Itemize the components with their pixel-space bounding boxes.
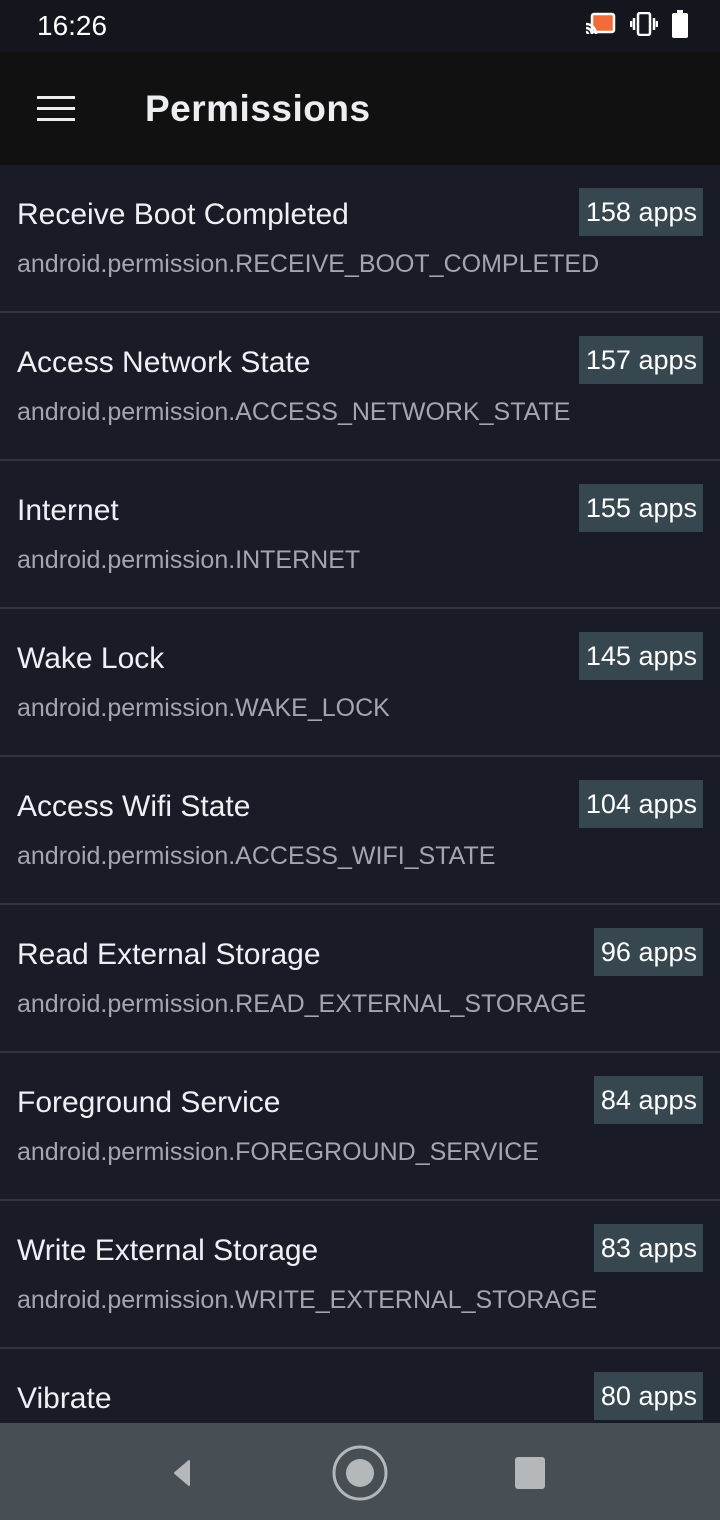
permission-name: Foreground Service xyxy=(17,1086,281,1119)
permission-row[interactable]: Vibrate 80 apps xyxy=(0,1349,720,1423)
status-time: 16:26 xyxy=(37,10,108,41)
app-bar: Permissions xyxy=(0,52,720,165)
recents-icon[interactable] xyxy=(502,1445,558,1501)
permission-row[interactable]: Wake Lock android.permission.WAKE_LOCK 1… xyxy=(0,609,720,757)
navigation-bar xyxy=(0,1423,720,1520)
app-count-badge: 83 apps xyxy=(593,1224,703,1272)
back-icon[interactable] xyxy=(160,1445,216,1501)
permission-row[interactable]: Access Wifi State android.permission.ACC… xyxy=(0,757,720,905)
app-count-badge: 84 apps xyxy=(593,1076,703,1124)
app-count-badge: 155 apps xyxy=(578,484,703,532)
app-count-badge: 96 apps xyxy=(593,928,703,976)
permission-id: android.permission.READ_EXTERNAL_STORAGE xyxy=(17,990,587,1018)
permission-row[interactable]: Access Network State android.permission.… xyxy=(0,313,720,461)
permission-id: android.permission.WAKE_LOCK xyxy=(17,694,390,722)
permission-name: Internet xyxy=(17,494,119,527)
cast-icon xyxy=(586,12,616,35)
status-bar: 16:26 xyxy=(0,0,720,52)
permission-id: android.permission.ACCESS_NETWORK_STATE xyxy=(17,398,571,426)
permission-name: Wake Lock xyxy=(17,642,165,675)
app-count-badge: 80 apps xyxy=(593,1372,703,1420)
hamburger-menu-icon[interactable] xyxy=(37,96,75,122)
permission-id: android.permission.WRITE_EXTERNAL_STORAG… xyxy=(17,1286,598,1314)
permission-name: Write External Storage xyxy=(17,1234,319,1267)
permission-row[interactable]: Receive Boot Completed android.permissio… xyxy=(0,165,720,313)
battery-icon xyxy=(672,10,688,38)
permission-id: android.permission.INTERNET xyxy=(17,546,361,574)
permission-name: Receive Boot Completed xyxy=(17,198,349,231)
permission-id: android.permission.RECEIVE_BOOT_COMPLETE… xyxy=(17,250,600,278)
permission-name: Access Wifi State xyxy=(17,790,251,823)
permission-name: Read External Storage xyxy=(17,938,321,971)
app-count-badge: 157 apps xyxy=(578,336,703,384)
app-count-badge: 104 apps xyxy=(578,780,703,828)
app-count-badge: 158 apps xyxy=(578,188,703,236)
permission-list: Receive Boot Completed android.permissio… xyxy=(0,165,720,1423)
permission-row[interactable]: Foreground Service android.permission.FO… xyxy=(0,1053,720,1201)
home-icon[interactable] xyxy=(332,1445,388,1501)
permission-name: Access Network State xyxy=(17,346,311,379)
permission-row[interactable]: Write External Storage android.permissio… xyxy=(0,1201,720,1349)
page-title: Permissions xyxy=(145,88,371,129)
permission-row[interactable]: Read External Storage android.permission… xyxy=(0,905,720,1053)
app-count-badge: 145 apps xyxy=(578,632,703,680)
permission-id: android.permission.FOREGROUND_SERVICE xyxy=(17,1138,539,1166)
permission-row[interactable]: Internet android.permission.INTERNET 155… xyxy=(0,461,720,609)
permission-id: android.permission.ACCESS_WIFI_STATE xyxy=(17,842,496,870)
permission-name: Vibrate xyxy=(17,1382,112,1415)
vibrate-icon xyxy=(630,12,658,36)
